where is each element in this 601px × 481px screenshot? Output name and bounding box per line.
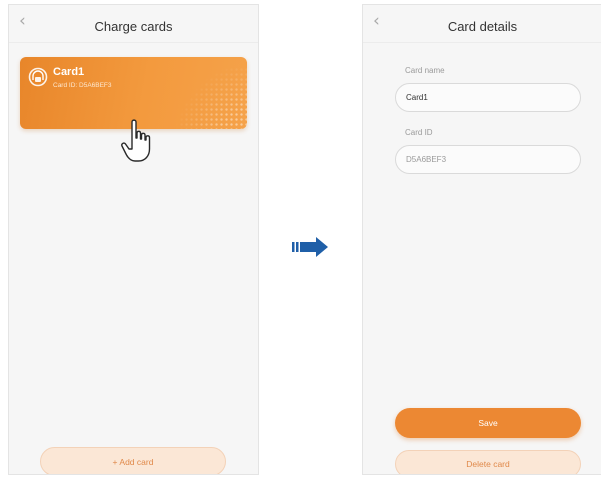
card-name: Card1	[53, 66, 85, 78]
card-chip-icon	[28, 67, 48, 87]
right-arrow-icon	[292, 237, 328, 257]
card-name-field[interactable]: Card1	[395, 83, 581, 112]
nav-bar: ‹ Card details	[363, 5, 601, 43]
pointing-hand-icon	[121, 119, 151, 162]
card-details-screen: ‹ Card details Card name Card1 Card ID D…	[362, 4, 601, 475]
page-title: Card details	[447, 19, 518, 34]
charge-cards-screen: ‹ Charge cards Card1 Card ID: D5A6BEF3 +…	[8, 4, 259, 475]
card-name-label: Card name	[405, 66, 445, 75]
nav-bar: ‹ Charge cards	[9, 5, 258, 43]
card-dot-pattern	[169, 67, 247, 129]
page-title: Charge cards	[94, 19, 173, 34]
card-id-label: Card ID	[405, 128, 433, 137]
add-card-button[interactable]: + Add card	[40, 447, 226, 474]
card-id-text: Card ID: D5A6BEF3	[53, 82, 112, 89]
delete-card-button[interactable]: Delete card	[395, 450, 581, 474]
save-button[interactable]: Save	[395, 408, 581, 438]
card-id-field: D5A6BEF3	[395, 145, 581, 174]
